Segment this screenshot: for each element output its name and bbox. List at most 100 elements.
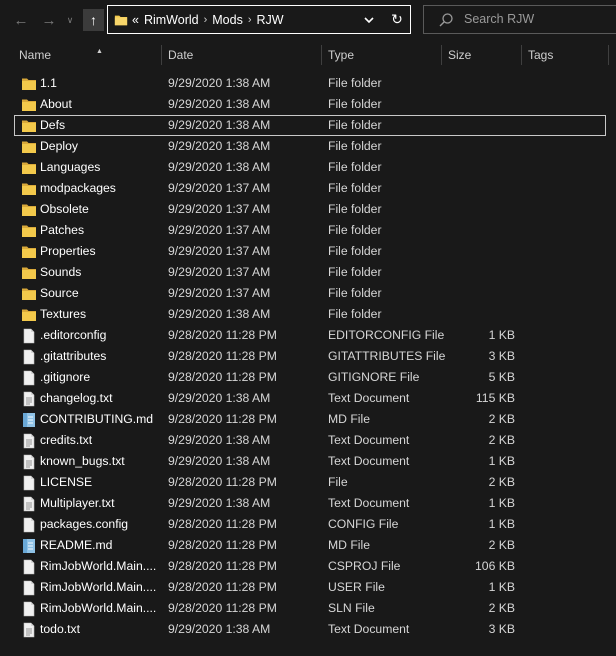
file-row[interactable]: 1.1 9/29/2020 1:38 AM File folder	[14, 73, 606, 94]
chevron-right-icon[interactable]: ›	[248, 14, 252, 26]
file-row[interactable]: RimJobWorld.Main.... 9/28/2020 11:28 PM US…	[14, 577, 606, 598]
file-type: File folder	[328, 202, 382, 216]
file-type: Text Document	[328, 433, 410, 447]
file-size	[445, 95, 515, 114]
column-header-date[interactable]: Date	[161, 43, 321, 67]
file-row[interactable]: Sounds 9/29/2020 1:37 AM File folder	[14, 262, 606, 283]
file-icon	[21, 328, 37, 344]
file-icon	[21, 580, 37, 596]
file-size: 2 KB	[488, 412, 515, 426]
file-row[interactable]: LICENSE 9/28/2020 11:28 PM File 2 KB	[14, 472, 606, 493]
column-label-size: Size	[448, 48, 472, 62]
file-row[interactable]: Source 9/29/2020 1:37 AM File folder	[14, 283, 606, 304]
file-name: packages.config	[40, 517, 129, 531]
file-name: Sounds	[40, 265, 82, 279]
file-size: 106 KB	[475, 559, 515, 573]
file-row[interactable]: changelog.txt 9/29/2020 1:38 AM Text Docum…	[14, 388, 606, 409]
explorer-toolbar: ← → ∨ ↑ « RimWorld › Mods › RJW ↻ Search…	[0, 0, 616, 40]
file-row[interactable]: packages.config 9/28/2020 11:28 PM CONFIG …	[14, 514, 606, 535]
file-date: 9/29/2020 1:38 AM	[168, 433, 271, 447]
recent-locations-button[interactable]: ∨	[64, 8, 76, 32]
address-history-button[interactable]	[360, 6, 378, 33]
file-size	[445, 242, 515, 261]
file-row[interactable]: RimJobWorld.Main.... 9/28/2020 11:28 PM CS…	[14, 556, 606, 577]
breadcrumb: « RimWorld › Mods › RJW	[132, 6, 284, 33]
file-size	[445, 158, 515, 177]
column-header-type[interactable]: Type	[321, 43, 441, 67]
file-type: Text Document	[328, 391, 410, 405]
breadcrumb-item-rimworld[interactable]: RimWorld	[144, 13, 199, 27]
file-date: 9/28/2020 11:28 PM	[168, 349, 277, 363]
breadcrumb-item-rjw[interactable]: RJW	[257, 13, 284, 27]
file-date: 9/29/2020 1:37 AM	[168, 286, 271, 300]
file-row[interactable]: README.md 9/28/2020 11:28 PM MD File 2 KB	[14, 535, 606, 556]
search-input[interactable]: Search RJW	[464, 6, 534, 33]
chevron-down-icon: ∨	[66, 14, 74, 25]
file-date: 9/29/2020 1:37 AM	[168, 202, 271, 216]
back-button[interactable]: ←	[10, 8, 32, 32]
file-type: File folder	[328, 286, 382, 300]
file-type: GITATTRIBUTES File	[328, 349, 446, 363]
column-label-type: Type	[328, 48, 355, 62]
file-row[interactable]: Defs 9/29/2020 1:38 AM File folder	[14, 115, 606, 136]
folder-icon	[21, 76, 37, 92]
file-row[interactable]: Patches 9/29/2020 1:37 AM File folder	[14, 220, 606, 241]
file-name: RimJobWorld.Main....	[40, 559, 157, 573]
folder-icon	[21, 286, 37, 302]
file-name: Deploy	[40, 139, 78, 153]
file-row[interactable]: Textures 9/29/2020 1:38 AM File folder	[14, 304, 606, 325]
column-header-tags[interactable]: Tags	[521, 43, 611, 67]
up-button[interactable]: ↑	[83, 9, 104, 31]
refresh-icon: ↻	[391, 11, 403, 27]
folder-icon	[21, 118, 37, 134]
file-row[interactable]: Multiplayer.txt 9/29/2020 1:38 AM Text Doc…	[14, 493, 606, 514]
file-type: Text Document	[328, 622, 410, 636]
folder-icon	[21, 223, 37, 239]
file-icon	[21, 559, 37, 575]
folder-icon	[21, 202, 37, 218]
address-bar[interactable]: « RimWorld › Mods › RJW ↻	[107, 5, 411, 34]
file-row[interactable]: .editorconfig 9/28/2020 11:28 PM EDITORCON…	[14, 325, 606, 346]
forward-button[interactable]: →	[38, 8, 60, 32]
file-icon	[21, 349, 37, 365]
search-box[interactable]: Search RJW	[423, 5, 616, 34]
file-row[interactable]: RimJobWorld.Main.... 9/28/2020 11:28 PM SL…	[14, 598, 606, 619]
file-row[interactable]: About 9/29/2020 1:38 AM File folder	[14, 94, 606, 115]
file-type: File folder	[328, 76, 382, 90]
sort-ascending-icon: ▲	[96, 48, 103, 55]
file-name: 1.1	[40, 76, 57, 90]
file-row[interactable]: known_bugs.txt 9/29/2020 1:38 AM Text Docu…	[14, 451, 606, 472]
file-name: RimJobWorld.Main....	[40, 580, 157, 594]
chevron-right-icon[interactable]: ›	[204, 14, 208, 26]
file-size	[445, 263, 515, 282]
file-name: modpackages	[40, 181, 116, 195]
file-row[interactable]: Obsolete 9/29/2020 1:37 AM File folder	[14, 199, 606, 220]
file-date: 9/29/2020 1:37 AM	[168, 223, 271, 237]
breadcrumb-item-mods[interactable]: Mods	[212, 13, 243, 27]
file-type: File folder	[328, 118, 382, 132]
search-icon	[439, 13, 453, 27]
file-row[interactable]: Deploy 9/29/2020 1:38 AM File folder	[14, 136, 606, 157]
breadcrumb-overflow[interactable]: «	[132, 13, 139, 27]
file-date: 9/28/2020 11:28 PM	[168, 580, 277, 594]
file-type: Text Document	[328, 454, 410, 468]
column-label-date: Date	[168, 48, 194, 62]
column-header-size[interactable]: Size	[441, 43, 521, 67]
column-header-name[interactable]: Name ▲	[12, 43, 162, 67]
refresh-button[interactable]: ↻	[386, 6, 408, 33]
file-row[interactable]: modpackages 9/29/2020 1:37 AM File folder	[14, 178, 606, 199]
column-divider[interactable]	[608, 45, 609, 65]
file-row[interactable]: todo.txt 9/29/2020 1:38 AM Text Document 3 …	[14, 619, 606, 640]
file-row[interactable]: Languages 9/29/2020 1:38 AM File folder	[14, 157, 606, 178]
folder-icon	[21, 181, 37, 197]
file-row[interactable]: credits.txt 9/29/2020 1:38 AM Text Documen…	[14, 430, 606, 451]
file-row[interactable]: CONTRIBUTING.md 9/28/2020 11:28 PM MD File…	[14, 409, 606, 430]
file-size: 3 KB	[488, 349, 515, 363]
text-file-icon	[21, 622, 37, 638]
file-row[interactable]: Properties 9/29/2020 1:37 AM File folder	[14, 241, 606, 262]
file-type: EDITORCONFIG File	[328, 328, 445, 342]
file-date: 9/28/2020 11:28 PM	[168, 601, 277, 615]
file-name: README.md	[40, 538, 113, 552]
file-row[interactable]: .gitattributes 9/28/2020 11:28 PM GITATTRI…	[14, 346, 606, 367]
file-row[interactable]: .gitignore 9/28/2020 11:28 PM GITIGNORE Fi…	[14, 367, 606, 388]
